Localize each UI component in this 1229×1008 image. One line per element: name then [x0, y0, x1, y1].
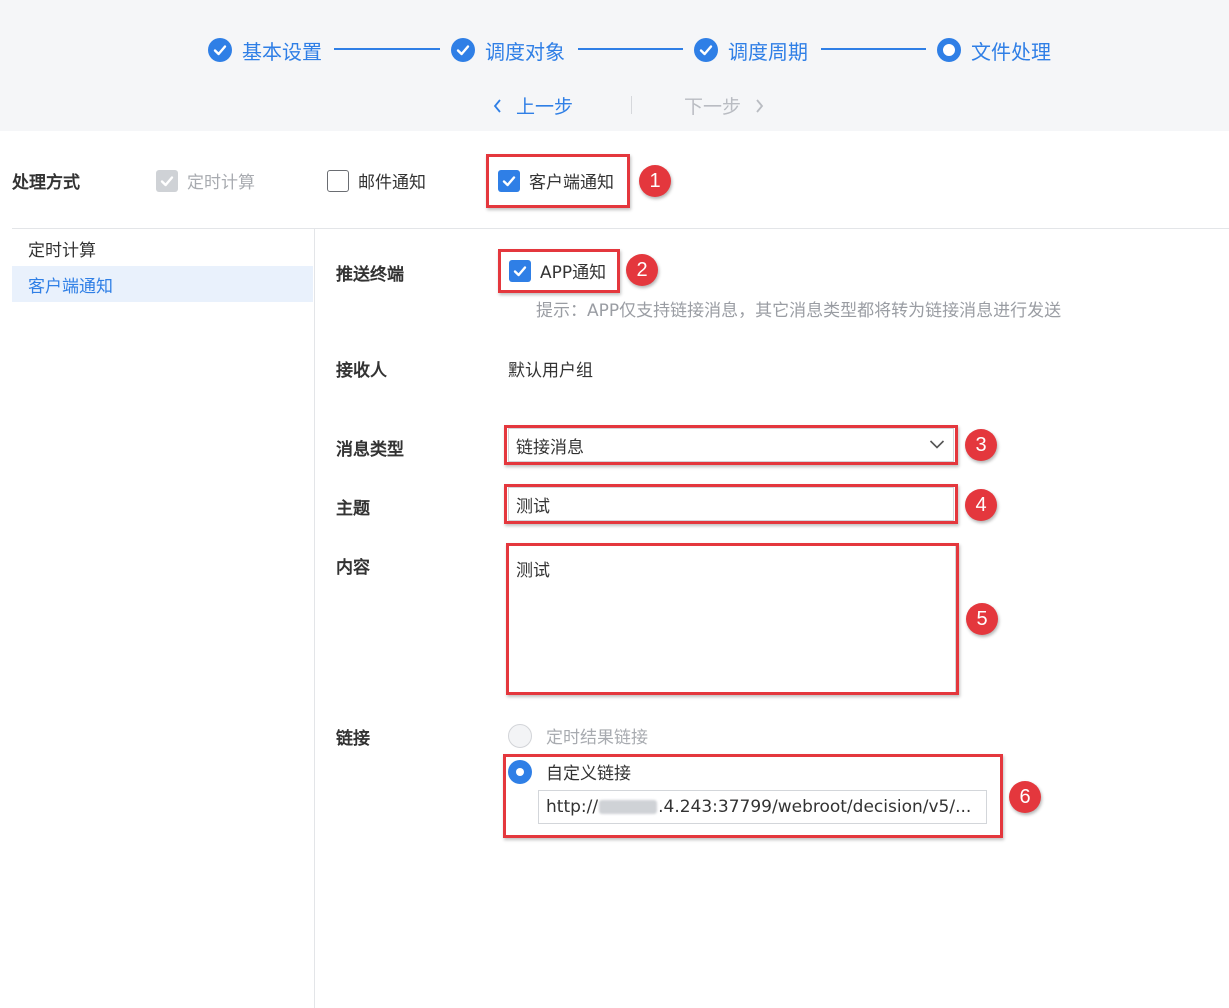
- method-client-notify-checkbox[interactable]: 客户端通知: [498, 168, 614, 193]
- chevron-right-icon: [756, 98, 764, 113]
- receiver-value: 默认用户组: [508, 361, 593, 381]
- check-icon: [498, 169, 520, 192]
- radio-label: 定时结果链接: [546, 728, 648, 748]
- sidebar-item-client-notify[interactable]: 客户端通知: [12, 266, 313, 302]
- step-label: 调度周期: [728, 39, 808, 64]
- checkbox-label: 邮件通知: [358, 173, 426, 193]
- radio-icon: [508, 723, 532, 748]
- step-basic-settings[interactable]: 基本设置: [208, 36, 322, 64]
- method-email-checkbox[interactable]: 邮件通知: [327, 168, 426, 193]
- app-hint-text: 提示：APP仅支持链接消息，其它消息类型都将转为链接消息进行发送: [536, 301, 1062, 321]
- message-type-label: 消息类型: [336, 440, 404, 460]
- subject-input[interactable]: [508, 487, 954, 521]
- prev-step-button[interactable]: 上一步: [492, 92, 573, 119]
- url-prefix: http://: [546, 797, 599, 817]
- step-schedule-cycle[interactable]: 调度周期: [694, 36, 808, 64]
- prev-step-label: 上一步: [516, 96, 574, 118]
- method-title: 处理方式: [12, 173, 80, 193]
- custom-url-input[interactable]: http:// .4.243:37799/webroot/decision/v5…: [538, 790, 987, 824]
- step-label: 调度对象: [485, 39, 565, 64]
- annotation-badge: 4: [965, 489, 997, 521]
- step-connector: [821, 48, 926, 50]
- method-timed-calc-checkbox[interactable]: 定时计算: [156, 168, 255, 193]
- section-divider: [12, 228, 1229, 229]
- panel-divider: [314, 229, 315, 1008]
- sidebar-item-timed-calc[interactable]: 定时计算: [12, 230, 313, 266]
- redacted-ip-block: [599, 800, 658, 814]
- subject-label: 主题: [336, 499, 370, 519]
- step-bar: 基本设置 调度对象 调度周期 文件处理 上一步 下一步: [0, 0, 1229, 131]
- chevron-left-icon: [493, 98, 501, 113]
- content-textarea[interactable]: 测试: [508, 545, 956, 693]
- check-icon: [509, 259, 531, 282]
- step-connector: [578, 48, 683, 50]
- annotation-badge: 6: [1009, 781, 1041, 813]
- checkbox-label: 定时计算: [187, 173, 255, 193]
- chevron-down-icon: [929, 440, 945, 449]
- content-label: 内容: [336, 558, 370, 578]
- annotation-badge: 3: [965, 429, 997, 461]
- select-value: 链接消息: [516, 437, 584, 458]
- link-option-custom[interactable]: 自定义链接: [508, 759, 631, 784]
- link-label: 链接: [336, 729, 370, 749]
- check-icon: [208, 38, 232, 62]
- annotation-badge: 1: [639, 165, 671, 197]
- check-icon: [451, 38, 475, 62]
- radio-label: 自定义链接: [546, 764, 631, 784]
- step-schedule-object[interactable]: 调度对象: [451, 36, 565, 64]
- next-step-button[interactable]: 下一步: [684, 92, 765, 119]
- next-step-label: 下一步: [684, 96, 742, 118]
- step-file-processing[interactable]: 文件处理: [937, 36, 1051, 64]
- url-suffix: .4.243:37799/webroot/decision/v5/...: [658, 797, 972, 817]
- check-icon: [694, 38, 718, 62]
- app-notify-checkbox[interactable]: APP通知: [509, 258, 606, 283]
- checkbox-box: [327, 169, 349, 192]
- receiver-label: 接收人: [336, 361, 387, 381]
- current-step-icon: [937, 38, 961, 62]
- link-option-timed-result[interactable]: 定时结果链接: [508, 723, 648, 748]
- step-connector: [334, 48, 440, 50]
- annotation-badge: 5: [966, 603, 998, 635]
- check-icon: [156, 169, 178, 192]
- nav-divider: [631, 96, 632, 114]
- annotation-badge: 2: [626, 254, 658, 286]
- step-label: 文件处理: [971, 39, 1051, 64]
- push-terminal-label: 推送终端: [336, 265, 404, 285]
- message-type-select[interactable]: 链接消息: [508, 428, 954, 462]
- checkbox-label: APP通知: [540, 263, 607, 283]
- checkbox-label: 客户端通知: [529, 173, 614, 193]
- step-label: 基本设置: [242, 39, 322, 64]
- radio-dot-icon: [508, 759, 532, 784]
